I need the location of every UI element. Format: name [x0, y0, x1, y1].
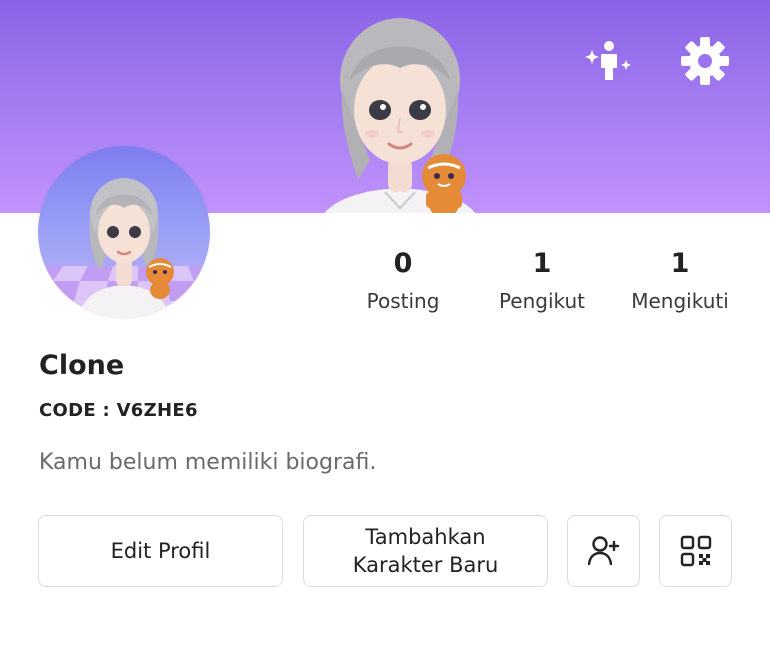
add-user-icon [587, 536, 619, 566]
add-character-label-line2: Karakter Baru [352, 553, 499, 577]
profile-screen: 0 Posting 1 Pengikut 1 Mengikuti Clone C… [0, 0, 770, 653]
edit-profile-label: Edit Profil [110, 539, 211, 563]
avatar[interactable] [38, 146, 210, 318]
avatar-illustration [38, 178, 210, 318]
add-character-label: Tambahkan Karakter Baru [353, 523, 499, 579]
stat-followers[interactable]: 1 Pengikut [467, 247, 617, 316]
profile-code: CODE : V6ZHE6 [39, 400, 198, 421]
add-friend-button[interactable] [567, 515, 640, 587]
stat-following[interactable]: 1 Mengikuti [605, 247, 755, 316]
edit-profile-button[interactable]: Edit Profil [38, 515, 283, 587]
gear-icon[interactable] [678, 34, 732, 88]
followers-label: Pengikut [498, 289, 586, 313]
profile-bio: Kamu belum memiliki biografi. [39, 450, 377, 475]
banner-avatar-illustration [324, 18, 476, 213]
qr-code-icon [680, 535, 711, 567]
followers-count: 1 [532, 248, 552, 279]
stat-posts[interactable]: 0 Posting [328, 247, 478, 316]
posts-label: Posting [366, 289, 440, 313]
profile-name: Clone [39, 350, 125, 381]
avatar-sparkle-icon[interactable] [582, 34, 636, 88]
following-label: Mengikuti [631, 289, 729, 313]
add-character-button[interactable]: Tambahkan Karakter Baru [303, 515, 548, 587]
add-character-label-line1: Tambahkan [365, 525, 486, 549]
qr-code-button[interactable] [659, 515, 732, 587]
posts-count: 0 [393, 248, 413, 279]
following-count: 1 [670, 248, 690, 279]
